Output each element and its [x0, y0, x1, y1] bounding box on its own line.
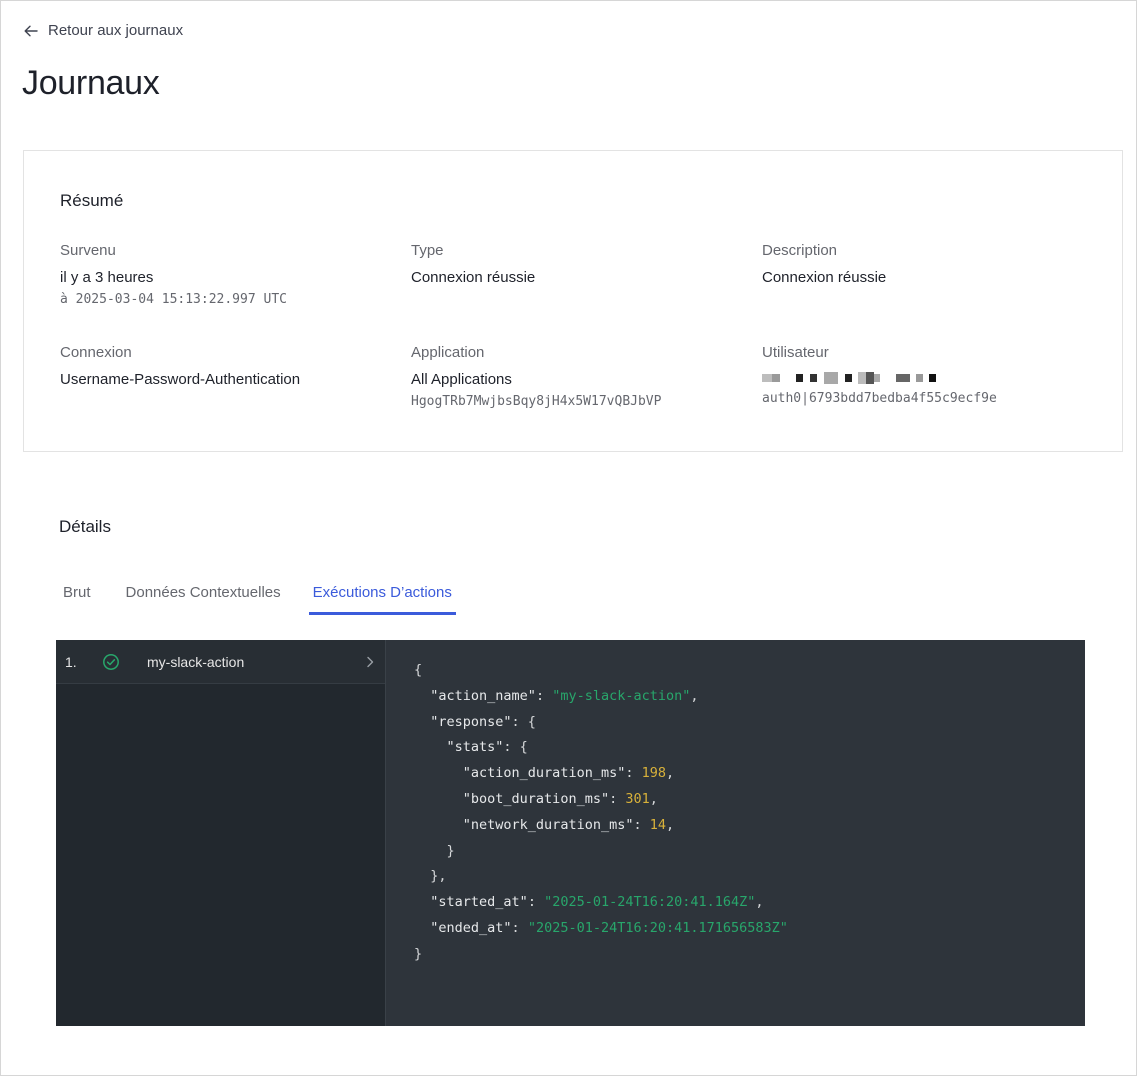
json-line: }: [414, 945, 423, 962]
application-label: Application: [411, 344, 485, 361]
field-occurred: Survenu il y a 3 heures à 2025-03-04 15:…: [60, 242, 390, 307]
json-line: "action_duration_ms": 198,: [462, 765, 675, 782]
action-executions-panel: 1. my-slack-action { "action_name": "my-…: [56, 640, 1085, 1026]
execution-list: 1. my-slack-action: [56, 640, 386, 1026]
field-type: Type Connexion réussie: [411, 242, 741, 286]
chevron-right-icon: [355, 656, 385, 668]
back-link[interactable]: Retour aux journaux: [24, 22, 183, 39]
type-value: Connexion réussie: [411, 269, 536, 286]
page-title: Journaux: [22, 64, 160, 102]
json-line: },: [414, 868, 447, 885]
json-line: "boot_duration_ms": 301,: [462, 790, 658, 807]
tab-raw[interactable]: Brut: [56, 580, 98, 615]
tab-action-executions[interactable]: Exécutions D’actions: [308, 580, 456, 615]
json-line: }: [414, 842, 455, 859]
connection-label: Connexion: [60, 344, 132, 361]
field-user: Utilisateur auth0|6793bdd7bedba4f55c9ecf…: [762, 344, 1092, 406]
application-value[interactable]: All Applications: [411, 371, 741, 388]
field-description: Description Connexion réussie: [762, 242, 1092, 286]
json-line: "network_duration_ms": 14,: [462, 816, 675, 833]
json-line: "response": {: [430, 713, 536, 730]
summary-card: Résumé Survenu il y a 3 heures à 2025-03…: [23, 150, 1123, 452]
details-tabs: Brut Données Contextuelles Exécutions D’…: [56, 580, 456, 615]
user-id: auth0|6793bdd7bedba4f55c9ecf9e: [762, 391, 997, 406]
back-link-label: Retour aux journaux: [48, 22, 184, 39]
user-label: Utilisateur: [762, 344, 829, 361]
json-line: "started_at": "2025-01-24T16:20:41.164Z"…: [430, 894, 764, 911]
description-label: Description: [762, 242, 838, 259]
execution-index: 1.: [65, 653, 77, 670]
occurred-label: Survenu: [60, 242, 116, 259]
arrow-left-icon: [24, 25, 38, 36]
execution-name: my-slack-action: [147, 653, 245, 670]
details-title: Détails: [59, 517, 111, 536]
application-client-id: HgogTRb7MwjbsBqy8jH4x5W17vQBJbVP: [411, 394, 662, 409]
json-line: "action_name": "my-slack-action",: [430, 687, 699, 704]
connection-value: Username-Password-Authentication: [60, 371, 301, 388]
field-connection: Connexion Username-Password-Authenticati…: [60, 344, 390, 388]
description-value: Connexion réussie: [762, 269, 887, 286]
redacted-user-name[interactable]: [762, 371, 1092, 385]
occurred-timestamp: à 2025-03-04 15:13:22.997 UTC: [60, 292, 287, 307]
check-circle-icon: [102, 653, 147, 671]
type-label: Type: [411, 242, 444, 259]
json-line: "ended_at": "2025-01-24T16:20:41.1716565…: [430, 919, 788, 936]
tab-context-data[interactable]: Données Contextuelles: [119, 580, 288, 615]
execution-json-viewer: { "action_name": "my-slack-action", "res…: [386, 640, 1085, 1026]
json-line: {: [414, 662, 423, 678]
json-line: "stats": {: [446, 739, 528, 756]
occurred-value: il y a 3 heures: [60, 269, 154, 286]
summary-title: Résumé: [60, 191, 124, 210]
execution-item[interactable]: 1. my-slack-action: [56, 640, 385, 684]
field-application: Application All Applications HgogTRb7Mwj…: [411, 344, 741, 409]
